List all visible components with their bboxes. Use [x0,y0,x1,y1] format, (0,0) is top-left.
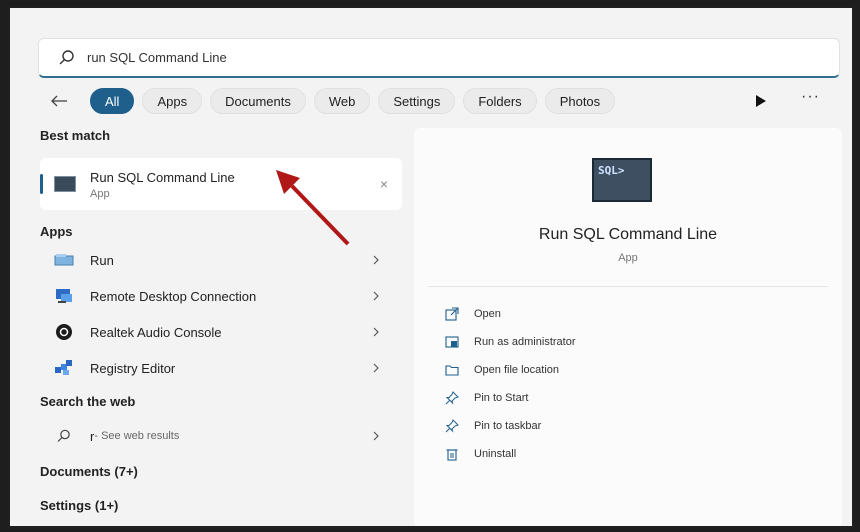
web-query-suffix: - See web results [94,430,180,442]
admin-shield-icon [444,334,460,350]
best-match-subtitle: App [90,188,110,200]
list-item-run[interactable]: Run [40,242,402,278]
action-pin-to-start[interactable]: Pin to Start [444,384,576,412]
folder-icon [444,362,460,378]
best-match-item[interactable]: Run SQL Command Line App × [40,158,402,210]
divider [428,286,828,287]
search-box[interactable] [38,38,840,78]
search-icon [54,427,74,445]
pin-icon [444,418,460,434]
action-run-as-admin[interactable]: Run as administrator [444,328,576,356]
start-search-window: All Apps Documents Web Settings Folders … [8,6,854,528]
back-arrow-icon[interactable] [48,90,70,112]
apps-heading: Apps [40,224,73,239]
search-web-heading: Search the web [40,394,136,409]
action-open[interactable]: Open [444,300,576,328]
tab-photos[interactable]: Photos [544,88,616,114]
action-label: Uninstall [474,448,517,460]
action-pin-to-taskbar[interactable]: Pin to taskbar [444,412,576,440]
realtek-audio-icon [54,323,74,341]
close-icon[interactable]: × [380,176,388,192]
pin-icon [444,390,460,406]
details-subtitle: App [618,252,638,264]
action-label: Open [474,308,501,320]
tab-apps[interactable]: Apps [142,88,203,114]
tab-documents[interactable]: Documents [210,88,306,114]
tab-web[interactable]: Web [313,88,371,114]
list-item-label: Realtek Audio Console [90,324,222,340]
action-label: Run as administrator [474,336,576,348]
sql-command-line-large-icon: SQL> [592,158,652,202]
best-match-title: Run SQL Command Line [90,170,235,185]
settings-heading[interactable]: Settings (1+) [40,490,402,522]
list-item-realtek[interactable]: Realtek Audio Console [40,314,402,350]
actions-list: Open Run as administrator Open file loca… [444,300,576,468]
remote-desktop-icon [54,287,74,305]
list-item-remote-desktop[interactable]: Remote Desktop Connection [40,278,402,314]
tab-all[interactable]: All [90,88,135,114]
registry-editor-icon [54,359,74,377]
list-item-label: Remote Desktop Connection [90,288,257,304]
action-label: Pin to taskbar [474,420,542,432]
list-item-label: Run [90,252,114,268]
tab-folders[interactable]: Folders [463,88,537,114]
filter-bar: All Apps Documents Web Settings Folders … [48,86,838,116]
details-pane: SQL> Run SQL Command Line App Open Run a… [414,128,842,526]
chevron-right-icon [373,431,379,441]
more-options-button[interactable]: ··· [801,88,820,106]
run-icon [54,251,74,269]
action-open-file-location[interactable]: Open file location [444,356,576,384]
search-input[interactable] [85,49,689,66]
play-icon[interactable] [754,94,768,108]
chevron-right-icon [373,327,379,337]
selection-indicator [40,174,43,194]
list-item-registry-editor[interactable]: Registry Editor [40,350,402,386]
chevron-right-icon [373,255,379,265]
sql-icon-text: SQL> [598,164,625,177]
documents-heading[interactable]: Documents (7+) [40,454,402,490]
action-uninstall[interactable]: Uninstall [444,440,576,468]
details-title: Run SQL Command Line [538,226,718,243]
action-label: Pin to Start [474,392,529,404]
list-item-label: Registry Editor [90,360,176,376]
best-match-heading: Best match [40,128,111,143]
results-list: Best match Run SQL Command Line App × Ap… [40,126,402,522]
sql-command-line-icon [54,176,76,192]
trash-icon [444,446,460,462]
tab-settings[interactable]: Settings [378,88,456,114]
search-icon [59,49,74,64]
action-label: Open file location [474,364,559,376]
chevron-right-icon [373,291,379,301]
open-icon [444,306,460,322]
web-search-result[interactable]: r - See web results [40,418,402,454]
chevron-right-icon [373,363,379,373]
